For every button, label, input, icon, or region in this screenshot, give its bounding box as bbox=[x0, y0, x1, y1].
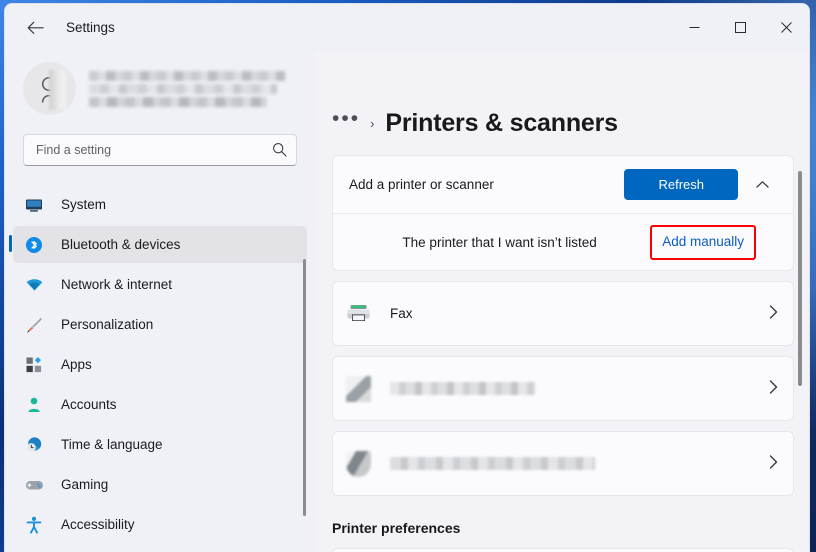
sidebar-item-label: Accounts bbox=[61, 397, 117, 412]
maximize-icon bbox=[734, 22, 746, 33]
printer-name: Fax bbox=[390, 306, 413, 321]
default-printer-preference-row: Let Windows manage my default printer On bbox=[332, 548, 794, 552]
add-manually-link[interactable]: Add manually bbox=[662, 234, 744, 249]
sidebar-item-bluetooth-devices[interactable]: Bluetooth & devices bbox=[9, 226, 307, 263]
redacted-printer-name bbox=[390, 457, 595, 470]
printer-not-listed-label: The printer that I want isn’t listed bbox=[402, 234, 597, 250]
sidebar-item-network-internet[interactable]: Network & internet bbox=[13, 266, 307, 303]
paintbrush-icon bbox=[21, 316, 47, 334]
printer-icon bbox=[346, 375, 371, 402]
refresh-button[interactable]: Refresh bbox=[624, 169, 738, 200]
printer-icon bbox=[346, 450, 371, 477]
search-box bbox=[23, 134, 297, 166]
sidebar-item-time-language[interactable]: Time & language bbox=[13, 426, 307, 463]
main-content: ••• › Printers & scanners Add a printer … bbox=[315, 51, 809, 552]
main-scrollbar-thumb[interactable] bbox=[798, 171, 802, 386]
printer-preferences-title: Printer preferences bbox=[332, 520, 461, 536]
add-printer-row: Add a printer or scanner Refresh bbox=[333, 156, 793, 213]
sidebar-nav: System Bluetooth & devices Network & int… bbox=[5, 186, 315, 543]
sidebar-item-apps[interactable]: Apps bbox=[13, 346, 307, 383]
window-controls bbox=[671, 4, 809, 51]
redacted-printer-name bbox=[390, 382, 535, 395]
breadcrumb-overflow-button[interactable]: ••• bbox=[332, 108, 360, 133]
minimize-button[interactable] bbox=[671, 4, 717, 51]
close-icon bbox=[780, 22, 792, 33]
back-button[interactable] bbox=[18, 13, 52, 43]
sidebar-item-gaming[interactable]: Gaming bbox=[13, 466, 307, 503]
printer-not-listed-row: The printer that I want isn’t listed Add… bbox=[333, 213, 793, 270]
sidebar-item-label: Bluetooth & devices bbox=[61, 237, 181, 252]
add-manually-highlight: Add manually bbox=[650, 224, 756, 260]
accessibility-icon bbox=[21, 516, 47, 534]
sidebar-item-label: Accessibility bbox=[61, 517, 135, 532]
title-bar: Settings bbox=[5, 4, 809, 51]
printer-list-item-redacted-2[interactable] bbox=[332, 431, 794, 496]
system-monitor-icon bbox=[21, 196, 47, 214]
apps-grid-icon bbox=[21, 356, 47, 374]
wifi-icon bbox=[21, 276, 47, 294]
maximize-button[interactable] bbox=[717, 4, 763, 51]
chevron-right-icon: › bbox=[370, 115, 375, 131]
user-avatar-icon bbox=[41, 76, 56, 103]
sidebar-item-label: Time & language bbox=[61, 437, 163, 452]
sidebar-item-label: Personalization bbox=[61, 317, 154, 332]
page-title: Printers & scanners bbox=[385, 108, 618, 137]
add-printer-card: Add a printer or scanner Refresh The pri… bbox=[332, 155, 794, 271]
desktop-wallpaper: Settings Find a setting System Bluetooth… bbox=[0, 0, 816, 552]
clock-globe-icon bbox=[21, 436, 47, 454]
redacted-user-name bbox=[89, 70, 285, 81]
chevron-right-icon bbox=[769, 305, 778, 322]
chevron-up-icon[interactable] bbox=[747, 169, 778, 200]
sidebar-item-label: Gaming bbox=[61, 477, 109, 492]
close-button[interactable] bbox=[763, 4, 809, 51]
minimize-icon bbox=[689, 27, 699, 28]
redacted-user-email bbox=[89, 83, 277, 94]
user-identity-redacted bbox=[89, 70, 285, 107]
sidebar-item-system[interactable]: System bbox=[13, 186, 307, 223]
avatar bbox=[23, 62, 76, 115]
search-input[interactable] bbox=[23, 134, 297, 166]
sidebar-item-label: Network & internet bbox=[61, 277, 173, 292]
bluetooth-icon bbox=[21, 236, 47, 254]
sidebar-scrollbar-thumb[interactable] bbox=[303, 259, 306, 516]
gamepad-icon bbox=[21, 476, 47, 494]
redacted-user-detail bbox=[89, 96, 267, 107]
sidebar-item-label: System bbox=[61, 197, 107, 212]
chevron-right-icon bbox=[769, 455, 778, 472]
window-title: Settings bbox=[66, 20, 115, 35]
sidebar-item-accessibility[interactable]: Accessibility bbox=[13, 506, 307, 543]
printer-list-item-fax[interactable]: Fax bbox=[332, 281, 794, 346]
sidebar-item-label: Apps bbox=[61, 357, 92, 372]
printer-list-item-redacted-1[interactable] bbox=[332, 356, 794, 421]
sidebar-item-personalization[interactable]: Personalization bbox=[13, 306, 307, 343]
sidebar: System Bluetooth & devices bbox=[5, 51, 315, 552]
person-icon bbox=[21, 396, 47, 414]
add-printer-label: Add a printer or scanner bbox=[349, 177, 494, 192]
settings-window: Settings Find a setting System Bluetooth… bbox=[4, 3, 810, 552]
breadcrumb: ••• › Printers & scanners bbox=[332, 105, 809, 141]
user-profile[interactable] bbox=[23, 62, 315, 115]
sidebar-item-accounts[interactable]: Accounts bbox=[13, 386, 307, 423]
printer-fax-icon bbox=[347, 304, 370, 321]
chevron-right-icon bbox=[769, 380, 778, 397]
back-arrow-icon bbox=[27, 21, 44, 34]
